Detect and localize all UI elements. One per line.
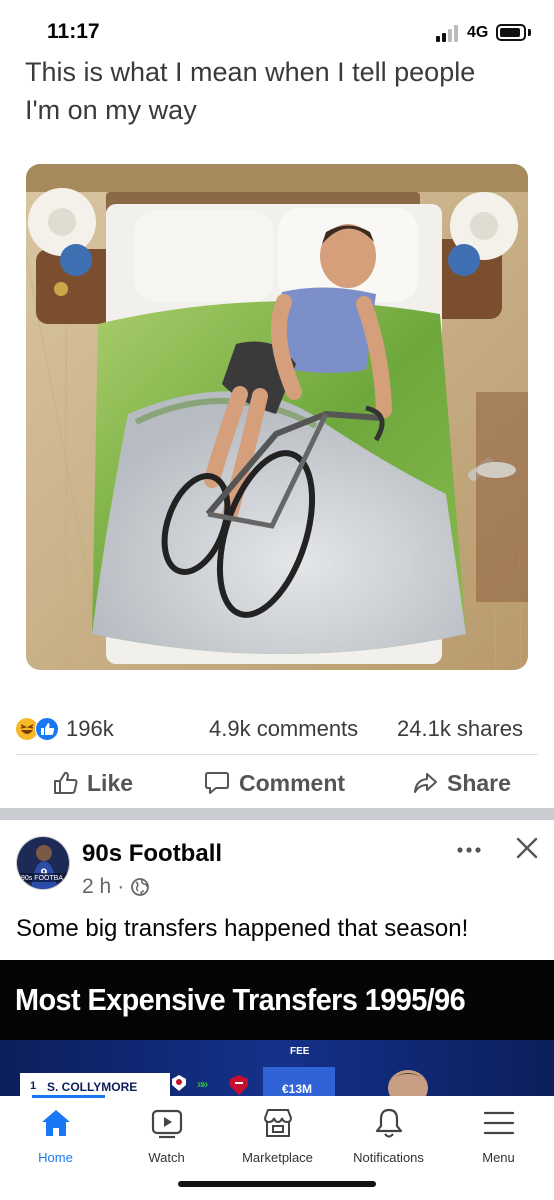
fee-header: FEE <box>290 1046 310 1057</box>
network-type: 4G <box>467 24 489 41</box>
graphic-title: Most Expensive Transfers 1995/96 <box>15 982 466 1017</box>
home-icon <box>41 1110 70 1136</box>
like-label: Like <box>87 769 134 796</box>
meme-photo-bicycle-duvet <box>26 164 528 670</box>
post-image[interactable] <box>26 164 528 670</box>
fee-value: €13M <box>282 1082 313 1096</box>
page-name[interactable]: 90s Football <box>82 840 222 868</box>
close-icon[interactable] <box>515 836 539 860</box>
marketplace-icon <box>263 1109 292 1137</box>
post-meta: 2 h · <box>82 875 150 899</box>
caption-line: I'm on my way <box>25 95 197 125</box>
post-text: Some big transfers happened that season! <box>16 915 469 942</box>
comments-count[interactable]: 4.9k comments <box>209 716 358 742</box>
nav-home[interactable]: Home <box>0 1106 111 1165</box>
nav-notifications[interactable]: Notifications <box>333 1106 444 1165</box>
reaction-count[interactable]: 196k <box>66 716 114 742</box>
post-time[interactable]: 2 h <box>82 875 111 899</box>
status-time: 11:17 <box>47 20 100 43</box>
nav-label: Notifications <box>353 1150 424 1165</box>
avatar-text: 90s FOOTBA <box>21 875 63 882</box>
meta-separator: · <box>117 875 125 898</box>
signal-icon <box>436 24 462 42</box>
divider <box>16 754 538 755</box>
player-rank: 1 <box>30 1080 37 1092</box>
reaction-icons[interactable] <box>16 716 62 742</box>
comment-button[interactable]: Comment <box>204 766 345 800</box>
club-crest-icon <box>172 1075 186 1091</box>
shares-count[interactable]: 24.1k shares <box>397 716 523 742</box>
watch-icon <box>151 1109 182 1139</box>
active-tab-indicator <box>32 1095 105 1098</box>
share-label: Share <box>447 769 511 796</box>
caption-line: This is what I mean when I tell people <box>25 57 476 87</box>
globe-icon <box>131 878 150 896</box>
comment-icon <box>205 772 229 794</box>
nav-label: Menu <box>482 1150 515 1165</box>
nav-label: Watch <box>148 1150 185 1165</box>
comment-label: Comment <box>239 769 346 796</box>
post-separator <box>0 808 554 820</box>
player-name: S. COLLYMORE <box>47 1080 138 1094</box>
nav-label: Marketplace <box>242 1150 313 1165</box>
share-icon <box>414 773 437 793</box>
club-crest-icon <box>230 1075 248 1095</box>
more-options-icon[interactable] <box>456 846 482 854</box>
nav-label: Home <box>38 1150 73 1165</box>
hamburger-icon <box>483 1111 514 1135</box>
transfer-arrows: »» <box>197 1077 208 1091</box>
share-button[interactable]: Share <box>412 766 511 800</box>
post-caption: This is what I mean when I tell people I… <box>25 50 535 132</box>
battery-tip <box>528 29 531 36</box>
haha-reaction-icon <box>16 718 38 740</box>
like-button[interactable]: Like <box>52 766 133 800</box>
nav-marketplace[interactable]: Marketplace <box>222 1106 333 1165</box>
bell-icon <box>375 1108 402 1138</box>
home-indicator[interactable] <box>178 1181 376 1187</box>
nav-menu[interactable]: Menu <box>443 1106 554 1165</box>
player-photo <box>388 1070 428 1100</box>
avatar[interactable]: 9 90s FOOTBA <box>16 836 70 890</box>
thumbs-up-icon <box>54 771 78 794</box>
nav-watch[interactable]: Watch <box>111 1106 222 1165</box>
battery-icon <box>496 24 526 41</box>
